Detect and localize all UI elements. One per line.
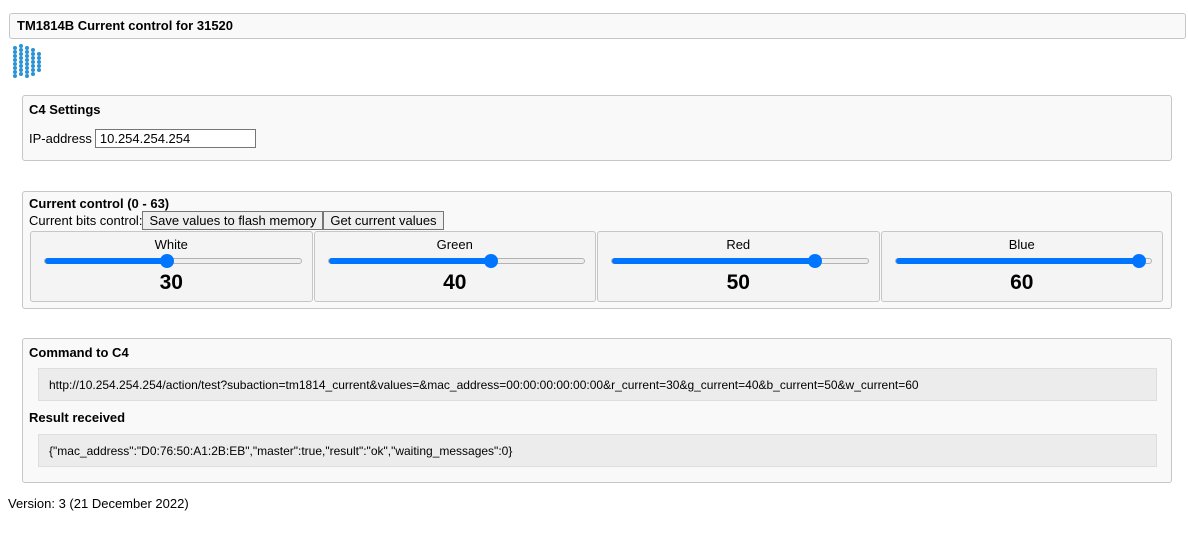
slider-box-white: White 30 (30, 231, 313, 302)
page-title: TM1814B Current control for 31520 (9, 13, 1186, 39)
slider-value-green: 40 (443, 271, 467, 294)
command-panel: Command to C4 http://10.254.254.254/acti… (22, 338, 1172, 483)
result-title: Result received (29, 410, 126, 425)
slider-track-blue[interactable] (894, 254, 1152, 268)
ip-address-input[interactable] (94, 129, 256, 148)
current-control-title: Current control (0 - 63) (29, 196, 170, 211)
slider-value-blue: 60 (1010, 271, 1034, 294)
slider-fill-red (612, 258, 815, 264)
slider-fill-white (45, 258, 167, 264)
current-bits-label: Current bits control: (29, 213, 143, 228)
logo-dot (13, 74, 17, 78)
slider-value-red: 50 (726, 271, 750, 294)
slider-thumb-blue[interactable] (1131, 254, 1146, 268)
slider-track-green[interactable] (327, 254, 585, 268)
ip-address-label: IP-address (29, 131, 92, 146)
ip-address-row: IP-address (29, 129, 256, 148)
current-control-panel: Current control (0 - 63) Current bits co… (22, 191, 1172, 309)
c4-settings-panel: C4 Settings IP-address (22, 95, 1172, 161)
version-text: Version: 3 (21 December 2022) (8, 496, 189, 511)
slider-thumb-green[interactable] (483, 254, 498, 268)
slider-thumb-white[interactable] (159, 254, 174, 268)
current-sliders: White 30 Green 40 Red 50 Blue 60 (30, 231, 1163, 302)
slider-track-white[interactable] (44, 254, 302, 268)
slider-box-green: Green 40 (313, 231, 596, 302)
save-to-flash-button[interactable]: Save values to flash memory (142, 211, 324, 230)
slider-fill-blue (895, 258, 1139, 264)
slider-label-white: White (154, 237, 188, 252)
logo-dot (19, 72, 23, 76)
slider-box-red: Red 50 (597, 231, 880, 302)
slider-fill-green (328, 258, 491, 264)
slider-thumb-red[interactable] (807, 254, 822, 268)
dot-grid-logo-icon (13, 44, 41, 78)
slider-label-green: Green (436, 237, 473, 252)
command-title: Command to C4 (29, 345, 129, 360)
c4-settings-title: C4 Settings (29, 102, 101, 117)
slider-label-red: Red (726, 237, 751, 252)
logo-dot (37, 68, 41, 72)
slider-value-white: 30 (159, 271, 183, 294)
logo-dot (25, 74, 29, 78)
command-url: http://10.254.254.254/action/test?subact… (38, 368, 1157, 401)
get-current-values-button[interactable]: Get current values (323, 211, 444, 230)
logo-dot (31, 72, 35, 76)
result-text: {"mac_address":"D0:76:50:A1:2B:EB","mast… (38, 434, 1157, 467)
slider-label-blue: Blue (1008, 237, 1035, 252)
current-bits-row: Current bits control: Save values to fla… (29, 211, 444, 230)
slider-track-red[interactable] (611, 254, 869, 268)
slider-box-blue: Blue 60 (880, 231, 1163, 302)
